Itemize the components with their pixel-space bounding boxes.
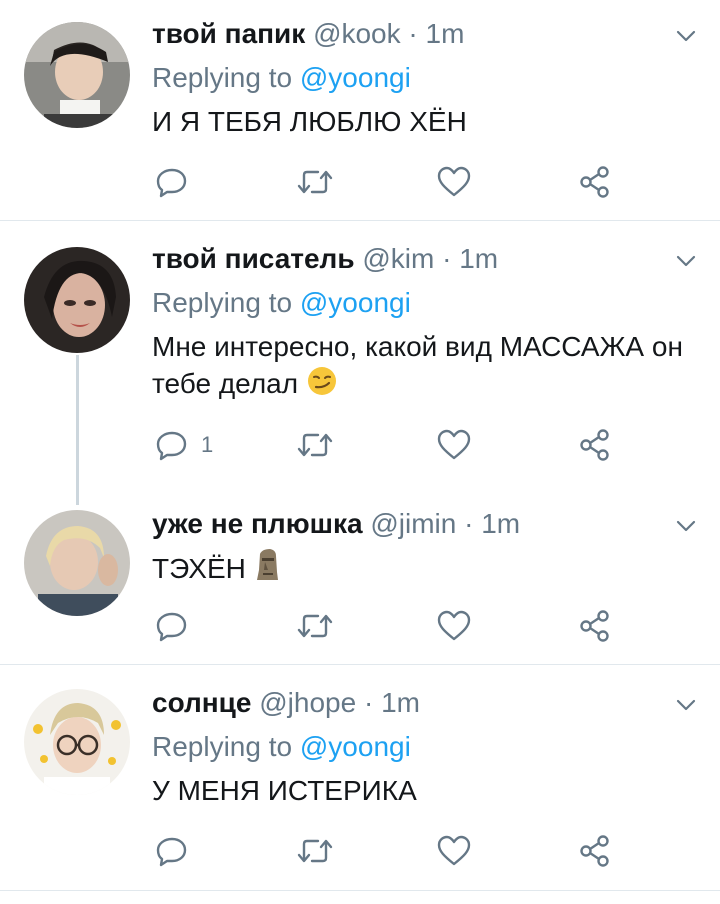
retweet-icon: [297, 433, 333, 457]
user-handle[interactable]: @kook: [313, 18, 401, 49]
tweet-header: солнце @jhope · 1m: [152, 687, 420, 719]
share-icon: [580, 429, 609, 461]
like-icon: [437, 610, 471, 641]
share-icon: [580, 166, 609, 198]
display-name[interactable]: солнце: [152, 687, 251, 718]
tweet[interactable]: солнце @jhope · 1m Replying to @yoongi У…: [0, 665, 720, 890]
timestamp[interactable]: 1m: [481, 508, 520, 539]
reply-button[interactable]: [155, 606, 201, 646]
user-handle[interactable]: @jhope: [259, 687, 356, 718]
moai-emoji-icon: [256, 549, 278, 580]
chevron-down-icon[interactable]: [674, 24, 698, 48]
replying-to: Replying to @yoongi: [152, 287, 411, 319]
like-button[interactable]: [436, 162, 472, 202]
retweet-button[interactable]: [296, 606, 334, 646]
tweet[interactable]: уже не плюшка @jimin · 1m ТЭХЁН: [0, 500, 720, 664]
replying-label: Replying to: [152, 287, 293, 318]
reply-icon: [156, 431, 187, 461]
chevron-down-icon[interactable]: [674, 514, 698, 538]
display-name[interactable]: уже не плюшка: [152, 508, 363, 539]
share-button[interactable]: [578, 831, 612, 871]
replying-label: Replying to: [152, 62, 293, 93]
mention-link[interactable]: @yoongi: [300, 62, 411, 93]
reply-button[interactable]: [155, 162, 201, 202]
mention-link[interactable]: @yoongi: [300, 287, 411, 318]
user-handle[interactable]: @jimin: [370, 508, 456, 539]
like-button[interactable]: [436, 831, 472, 871]
replying-to: Replying to @yoongi: [152, 731, 411, 763]
like-button[interactable]: [436, 606, 472, 646]
tweet-text: Мне интересно, какой вид МАССАЖА он тебе…: [152, 329, 692, 402]
retweet-icon: [297, 170, 333, 194]
share-button[interactable]: [578, 606, 612, 646]
share-button[interactable]: [578, 162, 612, 202]
display-name[interactable]: твой папик: [152, 18, 305, 49]
avatar[interactable]: [24, 510, 130, 616]
tweet-text: И Я ТЕБЯ ЛЮБЛЮ ХЁН: [152, 106, 467, 137]
display-name[interactable]: твой писатель: [152, 243, 355, 274]
separator-dot: ·: [442, 243, 452, 274]
mention-link[interactable]: @yoongi: [300, 731, 411, 762]
reply-button[interactable]: [155, 831, 201, 871]
retweet-icon: [297, 614, 333, 638]
timestamp[interactable]: 1m: [459, 243, 498, 274]
user-handle[interactable]: @kim: [362, 243, 434, 274]
tweet[interactable]: твой папик @kook · 1m Replying to @yoong…: [0, 0, 720, 220]
tweet[interactable]: твой писатель @kim · 1m Replying to @yoo…: [0, 221, 720, 500]
tweet-text-content: Мне интересно, какой вид МАССАЖА он тебе…: [152, 331, 683, 399]
avatar[interactable]: [24, 247, 130, 353]
tweet-header: уже не плюшка @jimin · 1m: [152, 508, 520, 540]
reply-icon: [156, 612, 187, 642]
tweet-header: твой писатель @kim · 1m: [152, 243, 498, 275]
retweet-button[interactable]: [296, 831, 334, 871]
retweet-icon: [297, 839, 333, 863]
tweet-actions: [0, 162, 720, 202]
tweet-actions: [0, 606, 720, 646]
share-icon: [580, 610, 609, 642]
like-icon: [437, 835, 471, 866]
smirking-face-emoji-icon: [307, 367, 336, 395]
timestamp[interactable]: 1m: [381, 687, 420, 718]
avatar[interactable]: [24, 689, 130, 795]
retweet-button[interactable]: [296, 425, 334, 465]
share-button[interactable]: [578, 425, 612, 465]
divider: [0, 890, 720, 891]
tweet-text: У МЕНЯ ИСТЕРИКА: [152, 775, 417, 806]
chevron-down-icon[interactable]: [674, 693, 698, 717]
reply-count: 1: [201, 432, 214, 457]
share-icon: [580, 835, 609, 867]
reply-icon: [156, 837, 187, 867]
like-icon: [437, 166, 471, 197]
retweet-button[interactable]: [296, 162, 334, 202]
separator-dot: ·: [464, 508, 474, 539]
replying-label: Replying to: [152, 731, 293, 762]
avatar[interactable]: [24, 22, 130, 128]
tweet-text: ТЭХЁН: [152, 548, 692, 587]
separator-dot: ·: [408, 18, 418, 49]
like-button[interactable]: [436, 425, 472, 465]
chevron-down-icon[interactable]: [674, 249, 698, 273]
tweet-actions: 1: [0, 425, 720, 465]
tweet-actions: [0, 831, 720, 871]
separator-dot: ·: [363, 687, 374, 718]
timestamp[interactable]: 1m: [426, 18, 465, 49]
like-icon: [437, 429, 471, 460]
tweet-header: твой папик @kook · 1m: [152, 18, 464, 50]
replying-to: Replying to @yoongi: [152, 62, 411, 94]
reply-button[interactable]: 1: [155, 425, 213, 465]
reply-icon: [156, 168, 187, 198]
tweet-text-content: ТЭХЁН: [152, 553, 246, 584]
